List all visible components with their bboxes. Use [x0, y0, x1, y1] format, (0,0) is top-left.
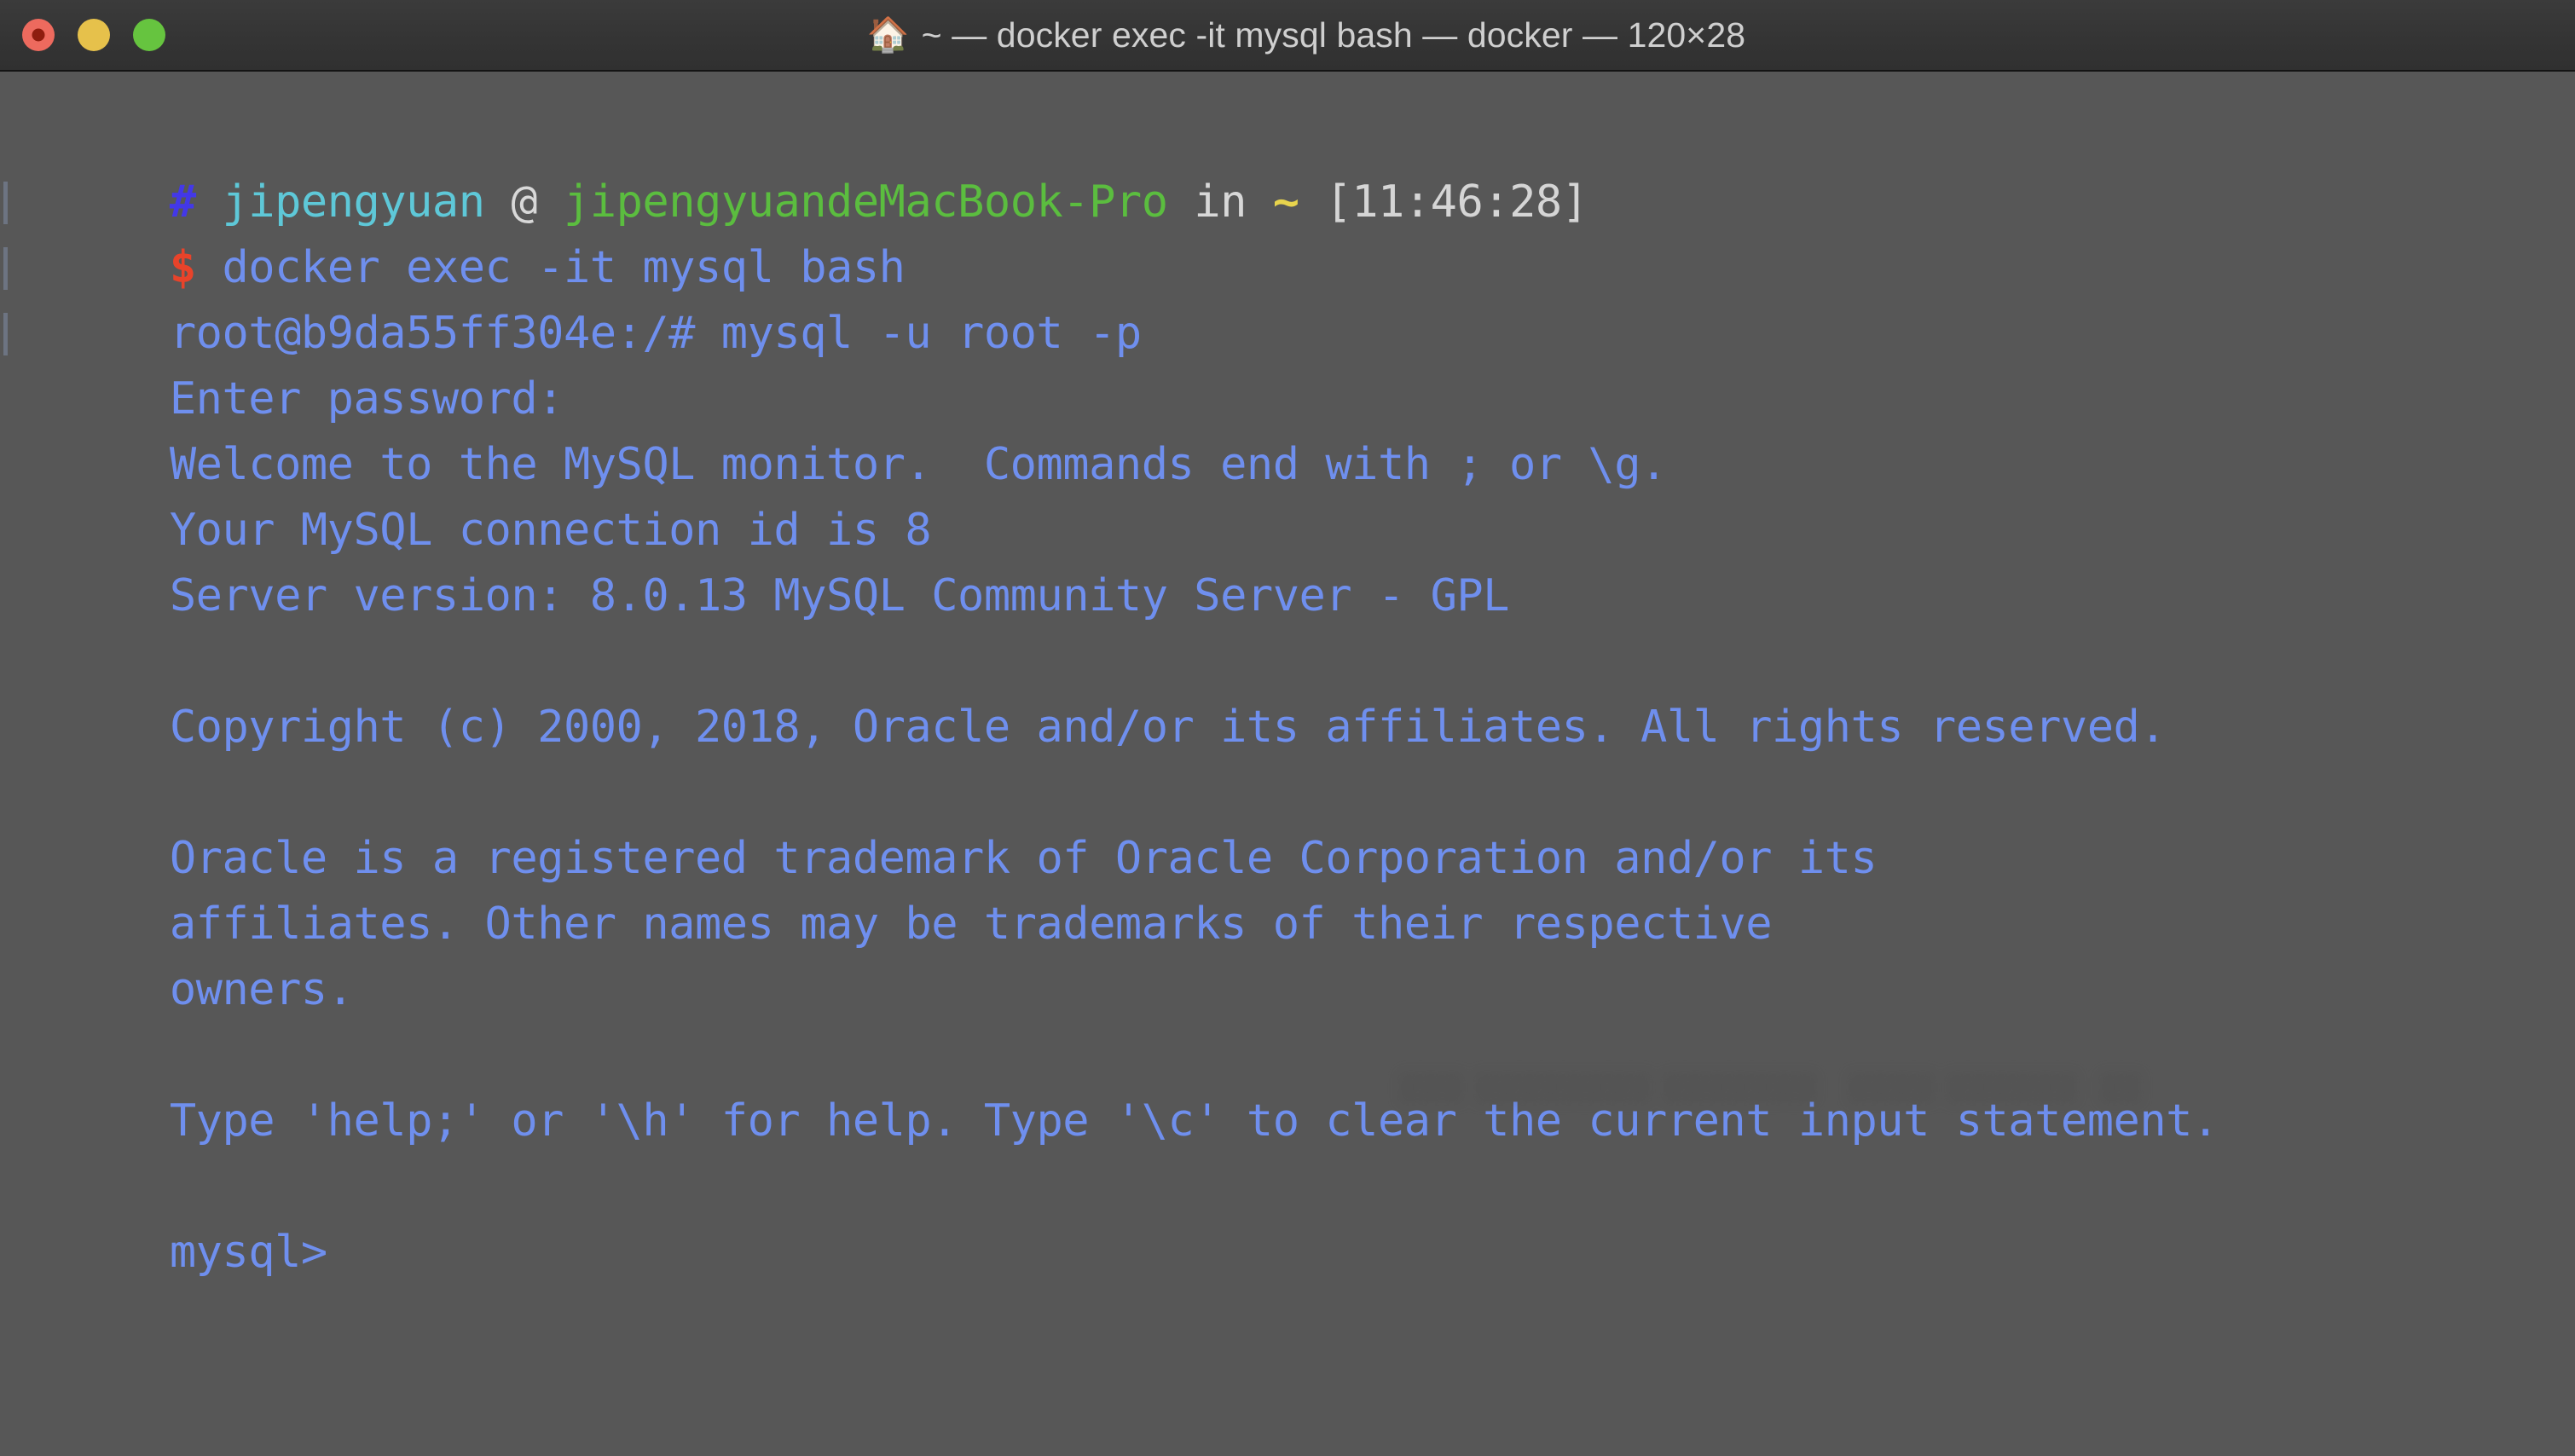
output-line-blank [12, 957, 2575, 1023]
maximize-button[interactable] [133, 19, 165, 51]
title-bar: 🏠 ~ — docker exec -it mysql bash — docke… [0, 0, 2575, 72]
output-line-password-prompt: Enter password: [3, 301, 2575, 425]
output-line-blank [12, 563, 2575, 629]
output-line-trademark-3: owners. [12, 892, 2575, 1015]
output-line-welcome: Welcome to the MySQL monitor. Commands e… [12, 367, 2575, 490]
output-line-trademark-2: affiliates. Other names may be trademark… [12, 826, 2575, 950]
line-edge-mark [3, 182, 8, 224]
terminal-window: 🏠 ~ — docker exec -it mysql bash — docke… [0, 0, 2575, 1456]
output-line-connection-id: Your MySQL connection id is 8 [12, 432, 2575, 556]
minimize-button[interactable] [78, 19, 110, 51]
output-line-copyright: Copyright (c) 2000, 2018, Oracle and/or … [12, 629, 2575, 753]
output-line-server-version: Server version: 8.0.13 MySQL Community S… [12, 498, 2575, 621]
line-edge-mark [3, 313, 8, 355]
shell-prompt-line: # jipengyuan @ jipengyuandeMacBook-Pro i… [12, 104, 2575, 228]
output-line-container-prompt: root@b9da55ff304e:/# mysql -u root -p [3, 235, 2575, 359]
window-title: ~ — docker exec -it mysql bash — docker … [921, 14, 1746, 55]
mysql-prompt-line[interactable]: mysql> [12, 1154, 2575, 1278]
output-line-trademark-1: Oracle is a registered trademark of Orac… [12, 760, 2575, 884]
shell-command-line: $ docker exec -it mysql bash [3, 170, 2575, 293]
mysql-prompt: mysql> [169, 1227, 327, 1278]
line-edge-mark [3, 247, 8, 290]
close-button[interactable] [22, 19, 55, 51]
window-controls [22, 0, 165, 70]
window-title-group: 🏠 ~ — docker exec -it mysql bash — docke… [867, 15, 1745, 55]
output-line-help-hint: Type 'help;' or '\h' for help. Type '\c'… [12, 1023, 2575, 1147]
output-line-blank [12, 1089, 2575, 1154]
output-line-blank [12, 695, 2575, 760]
terminal-content[interactable]: # jipengyuan @ jipengyuandeMacBook-Pro i… [0, 72, 2575, 1456]
home-icon: 🏠 [866, 15, 910, 55]
